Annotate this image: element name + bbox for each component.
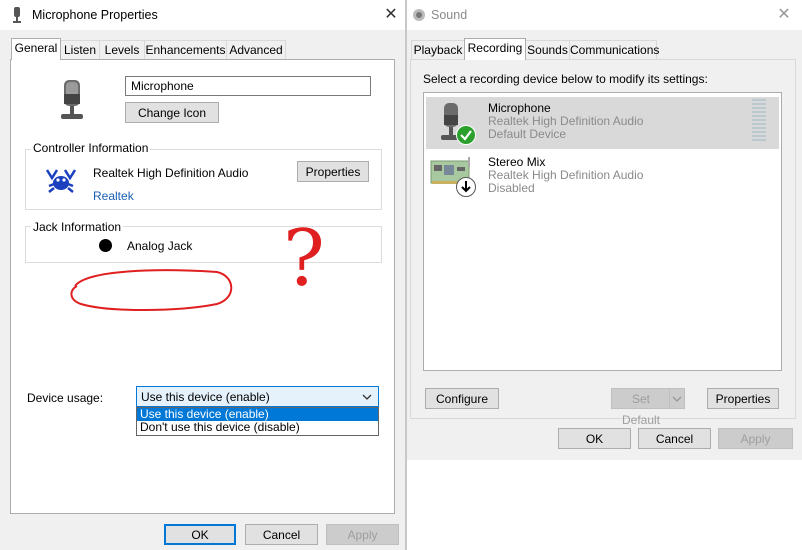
red-annotation-question-mark: ?: [283, 214, 325, 304]
jack-info-label: Jack Information: [31, 220, 124, 234]
mic-cancel-button[interactable]: Cancel: [245, 524, 318, 545]
device-usage-options-list: Use this device (enable) Don't use this …: [136, 407, 379, 436]
tab-communications[interactable]: Communications: [569, 40, 659, 61]
tab-general[interactable]: General: [11, 38, 61, 60]
device-name-stereo-mix: Stereo Mix: [488, 155, 546, 169]
device-driver-microphone: Realtek High Definition Audio: [488, 114, 644, 128]
realtek-crab-icon: [43, 164, 79, 199]
device-driver-stereo-mix: Realtek High Definition Audio: [488, 168, 644, 182]
recording-tab-panel: Select a recording device below to modif…: [410, 59, 796, 427]
device-name-microphone: Microphone: [488, 101, 551, 115]
dropdown-option-disable[interactable]: Don't use this device (disable): [137, 421, 378, 434]
device-usage-label: Device usage:: [27, 391, 104, 405]
recording-device-list[interactable]: Microphone Realtek High Definition Audio…: [423, 92, 782, 371]
device-usage-selected: Use this device (enable): [141, 390, 270, 404]
speaker-title-icon: [412, 8, 426, 25]
controller-info-label: Controller Information: [31, 141, 151, 155]
controller-name: Realtek High Definition Audio: [93, 166, 249, 180]
level-meter: [752, 99, 766, 143]
device-row-microphone[interactable]: Microphone Realtek High Definition Audio…: [426, 97, 779, 149]
sound-ok-button[interactable]: OK: [558, 428, 631, 449]
tab-enhancements[interactable]: Enhancements: [144, 40, 227, 61]
chevron-down-icon: [362, 391, 372, 405]
sound-titlebar: Sound ✕: [407, 0, 802, 30]
check-badge-icon: [456, 125, 476, 145]
tab-levels[interactable]: Levels: [99, 40, 145, 61]
jack-color-dot-icon: [99, 239, 112, 252]
device-status-stereo-mix: Disabled: [488, 181, 535, 195]
general-tab-panel: Change Icon Controller Information Realt…: [10, 59, 395, 514]
chevron-down-icon[interactable]: [669, 389, 684, 408]
down-arrow-badge-icon: [456, 177, 476, 197]
mic-ok-button[interactable]: OK: [164, 524, 236, 545]
microphone-icon: [55, 78, 89, 129]
sound-properties-button[interactable]: Properties: [707, 388, 779, 409]
controller-properties-button[interactable]: Properties: [297, 161, 369, 182]
set-default-label: Set Default: [621, 392, 661, 427]
mic-props-titlebar: Microphone Properties ✕: [0, 0, 405, 30]
mic-apply-button[interactable]: Apply: [326, 524, 399, 545]
mic-props-close-icon[interactable]: ✕: [380, 4, 402, 26]
set-default-button[interactable]: Set Default: [611, 388, 685, 427]
sound-cancel-button[interactable]: Cancel: [638, 428, 711, 449]
device-row-stereo-mix[interactable]: Stereo Mix Realtek High Definition Audio…: [426, 151, 779, 203]
realtek-link[interactable]: Realtek: [93, 189, 134, 203]
tab-recording[interactable]: Recording: [464, 38, 526, 60]
sound-window: Sound ✕ Playback Recording Sounds Commun…: [407, 0, 802, 460]
mic-props-title: Microphone Properties: [32, 8, 158, 22]
instruction-text: Select a recording device below to modif…: [423, 72, 708, 86]
tab-sounds[interactable]: Sounds: [525, 40, 570, 61]
tab-advanced[interactable]: Advanced: [226, 40, 286, 61]
mic-title-icon: [10, 7, 24, 26]
sound-close-icon[interactable]: ✕: [773, 4, 795, 26]
sound-apply-button[interactable]: Apply: [718, 428, 793, 449]
device-usage-dropdown[interactable]: Use this device (enable): [136, 386, 379, 407]
configure-button[interactable]: Configure: [425, 388, 499, 409]
red-annotation-oval: [70, 269, 233, 311]
tab-playback[interactable]: Playback: [411, 40, 465, 61]
sound-title: Sound: [431, 8, 468, 22]
tab-listen[interactable]: Listen: [60, 40, 100, 61]
jack-name: Analog Jack: [127, 239, 193, 253]
device-status-microphone: Default Device: [488, 127, 567, 141]
device-name-input[interactable]: [125, 76, 371, 96]
change-icon-button[interactable]: Change Icon: [125, 102, 219, 123]
microphone-properties-window: Microphone Properties ✕ General Listen L…: [0, 0, 405, 550]
